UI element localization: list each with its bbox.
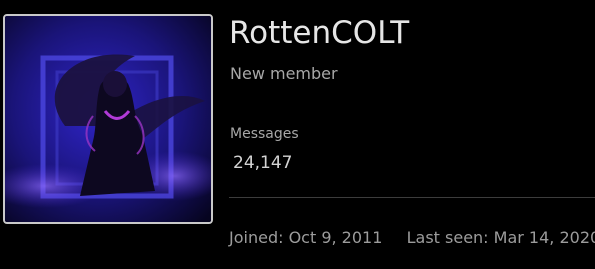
avatar[interactable]: [3, 14, 213, 224]
last-seen-date: Mar 14, 2020: [493, 228, 595, 247]
joined-date: Oct 9, 2011: [288, 228, 383, 247]
last-seen-label: Last seen:: [406, 228, 489, 247]
divider: [229, 197, 595, 198]
username[interactable]: RottenCOLT: [229, 13, 409, 53]
joined-label: Joined:: [229, 228, 284, 247]
member-dates: Joined: Oct 9, 2011 Last seen: Mar 14, 2…: [229, 227, 595, 249]
messages-count[interactable]: 24,147: [233, 151, 292, 175]
user-title: New member: [230, 64, 338, 83]
messages-label: Messages: [230, 126, 299, 142]
avatar-image: [5, 16, 211, 222]
